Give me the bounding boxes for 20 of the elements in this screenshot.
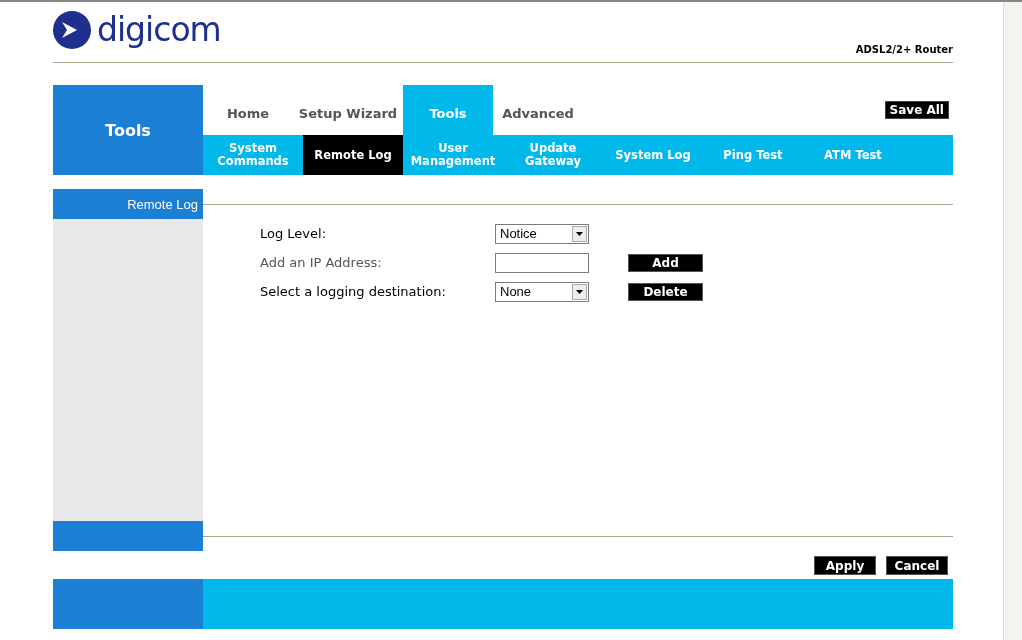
form-button[interactable]: Cancel — [886, 556, 948, 575]
nav-tab[interactable]: Setup Wizard — [293, 85, 403, 135]
nav-tab[interactable]: Advanced — [493, 85, 583, 135]
sidebar-item[interactable]: Remote Log — [53, 189, 203, 219]
logo-icon — [53, 10, 91, 49]
form-button[interactable]: Apply — [814, 556, 876, 575]
logo-text: digicom — [97, 10, 221, 49]
section-title: Tools — [53, 85, 203, 175]
field-label: Log Level: — [260, 226, 328, 241]
field-label: Add an IP Address: — [260, 255, 383, 270]
action-button[interactable]: Delete — [628, 282, 703, 301]
product-name: ADSL2/2+ Router — [855, 44, 953, 55]
ip-address-field[interactable] — [495, 252, 589, 273]
save-all-button[interactable]: Save All — [884, 101, 949, 119]
nav-tab[interactable]: Home — [203, 85, 293, 135]
field-label: Select a logging destination: — [260, 284, 447, 299]
dropdown[interactable]: Notice — [495, 223, 589, 244]
scrollbar[interactable] — [1003, 2, 1022, 640]
dropdown[interactable]: None — [495, 281, 589, 302]
sub-tab[interactable]: Remote Log — [303, 135, 403, 175]
